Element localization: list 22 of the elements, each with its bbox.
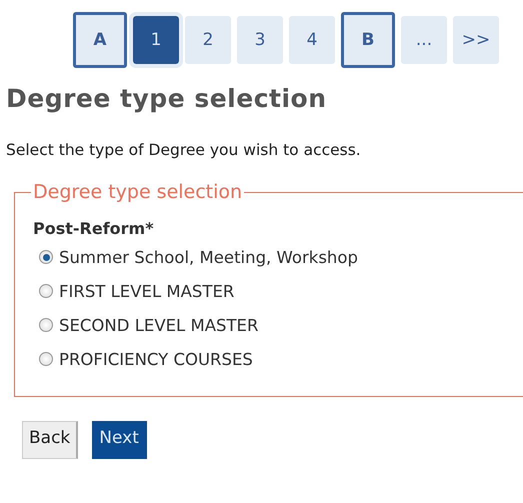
page-button[interactable]: ... (401, 16, 447, 64)
radio-button[interactable] (39, 250, 53, 264)
page-button[interactable]: 1 (133, 16, 179, 64)
back-button[interactable]: Back (22, 421, 78, 459)
instruction-text: Select the type of Degree you wish to access. (6, 141, 362, 159)
radio-button[interactable] (39, 318, 53, 332)
option-label[interactable]: SECOND LEVEL MASTER (59, 316, 258, 334)
page-button[interactable]: 3 (237, 16, 283, 64)
page-button[interactable]: >> (453, 16, 499, 64)
next-button[interactable]: Next (92, 421, 147, 459)
page-button[interactable]: 2 (185, 16, 231, 64)
panel-legend: Degree type selection (31, 181, 244, 203)
option-label[interactable]: PROFICIENCY COURSES (59, 350, 253, 368)
page-title: Degree type selection (6, 84, 328, 113)
option-label[interactable]: Summer School, Meeting, Workshop (59, 248, 358, 266)
page-button[interactable]: A (73, 12, 127, 68)
radio-button[interactable] (39, 284, 53, 298)
option-label[interactable]: FIRST LEVEL MASTER (59, 282, 234, 300)
page-button[interactable]: 4 (289, 16, 335, 64)
page-button[interactable]: B (341, 12, 395, 68)
radio-button[interactable] (39, 352, 53, 366)
group-label: Post-Reform* (33, 219, 155, 238)
